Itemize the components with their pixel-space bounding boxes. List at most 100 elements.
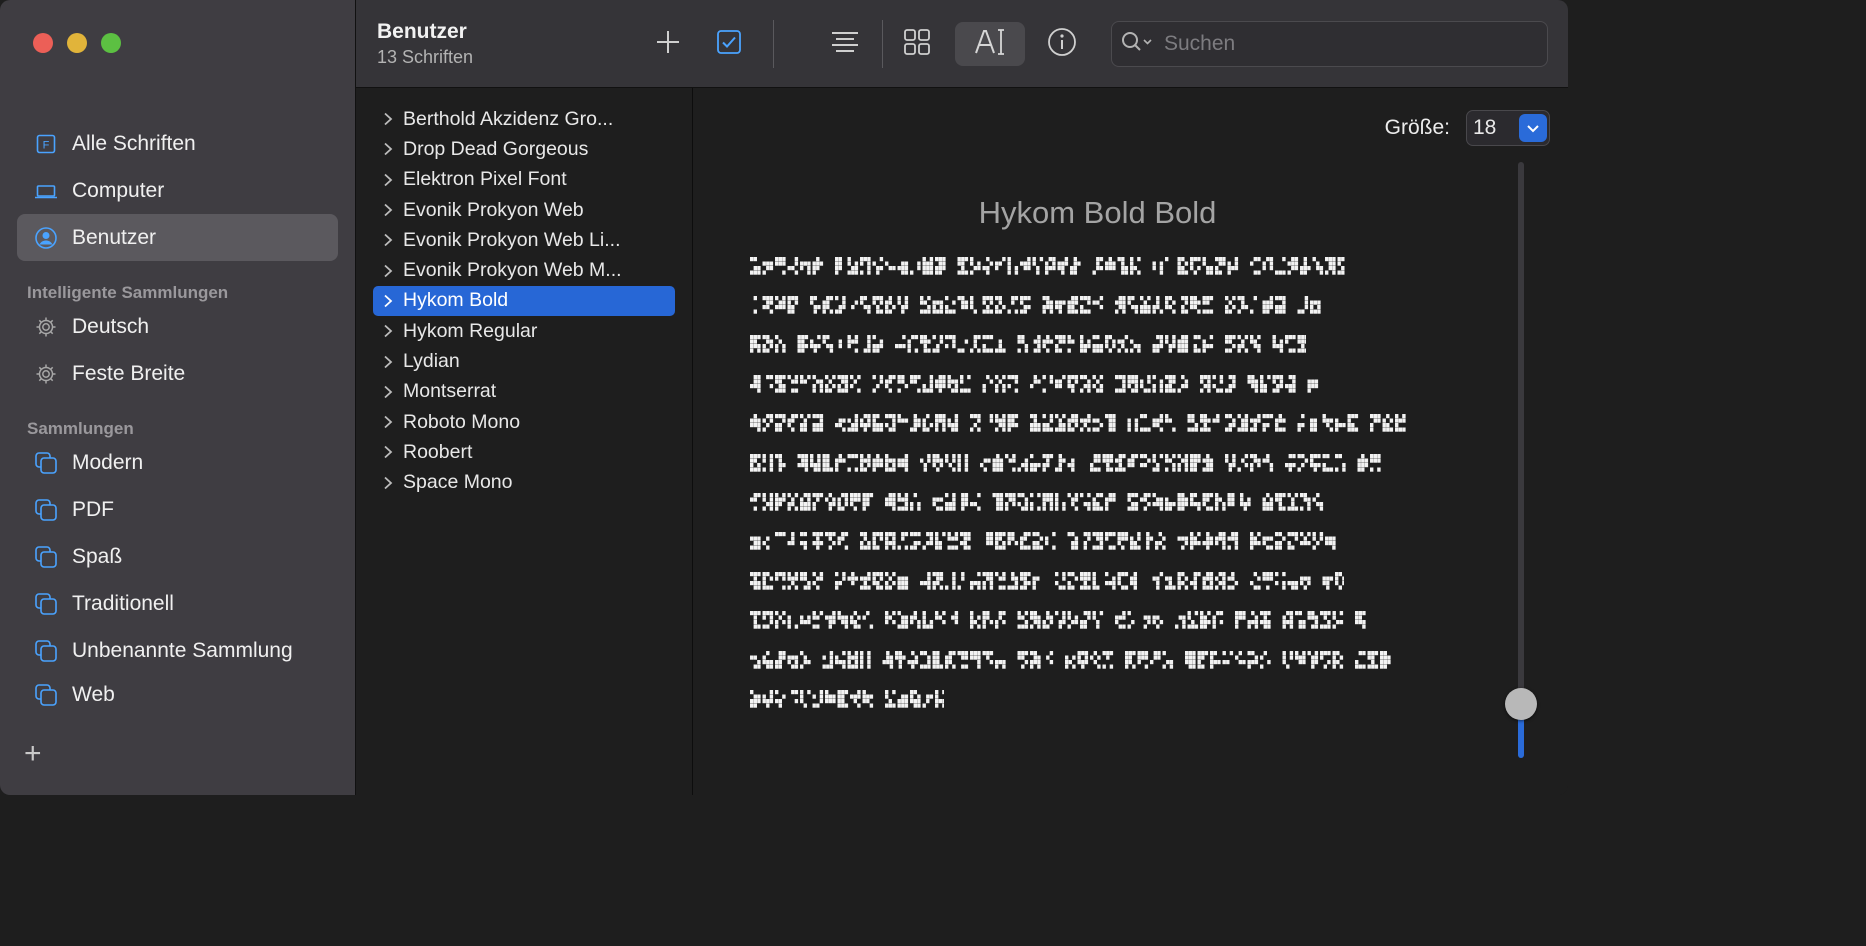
font-list-item[interactable]: Evonik Prokyon Web M... bbox=[373, 255, 675, 285]
font-name: Hykom Regular bbox=[403, 319, 538, 342]
specimen-line bbox=[750, 443, 1430, 482]
chevron-right-icon[interactable] bbox=[373, 203, 403, 217]
font-count: 13 Schriften bbox=[377, 47, 474, 67]
collection-icon bbox=[34, 683, 58, 707]
sidebar-item-unbenannte-sammlung[interactable]: Unbenannte Sammlung bbox=[17, 627, 338, 674]
gear-icon bbox=[34, 362, 58, 386]
font-list-item[interactable]: Evonik Prokyon Web bbox=[373, 195, 675, 225]
window-controls bbox=[33, 33, 121, 53]
sidebar-item-label: Unbenannte Sammlung bbox=[72, 638, 293, 662]
sidebar-item-modern[interactable]: Modern bbox=[17, 439, 338, 486]
font-name: Montserrat bbox=[403, 380, 497, 403]
preview-title: Hykom Bold Bold bbox=[978, 195, 1217, 230]
chevron-down-icon bbox=[1519, 114, 1547, 142]
collection-icon bbox=[34, 498, 58, 522]
sidebar-item-label: Alle Schriften bbox=[72, 131, 196, 155]
specimen-line bbox=[750, 246, 1430, 285]
collection-icon bbox=[34, 592, 58, 616]
font-list-item[interactable]: Lydian bbox=[373, 346, 675, 376]
specimen-line bbox=[750, 522, 1430, 561]
sidebar-item-spass[interactable]: Spaß bbox=[17, 533, 338, 580]
text-lines-icon bbox=[830, 29, 860, 60]
size-value: 18 bbox=[1473, 116, 1497, 139]
chevron-right-icon[interactable] bbox=[373, 324, 403, 338]
minimize-window-button[interactable] bbox=[67, 33, 87, 53]
close-window-button[interactable] bbox=[33, 33, 53, 53]
svg-text:F: F bbox=[43, 139, 50, 151]
search-input[interactable] bbox=[1162, 31, 1546, 57]
sidebar-item-computer[interactable]: Computer bbox=[17, 167, 338, 214]
font-list: Berthold Akzidenz Gro... Drop Dead Gorgeo… bbox=[356, 88, 693, 795]
chevron-right-icon[interactable] bbox=[373, 385, 403, 399]
chevron-right-icon[interactable] bbox=[373, 233, 403, 247]
font-name: Hykom Bold bbox=[403, 289, 509, 312]
font-list-item[interactable]: Roboto Mono bbox=[373, 407, 675, 437]
font-list-item[interactable]: Elektron Pixel Font bbox=[373, 165, 675, 195]
info-icon bbox=[1047, 27, 1077, 62]
chevron-right-icon[interactable] bbox=[373, 142, 403, 156]
font-list-item[interactable]: Montserrat bbox=[373, 377, 675, 407]
specimen-line bbox=[750, 561, 1430, 600]
sidebar-list: F Alle Schriften Computer Benutzer Intel… bbox=[17, 120, 338, 709]
view-preview-button[interactable] bbox=[955, 22, 1025, 66]
font-list-item[interactable]: Hykom Bold bbox=[373, 285, 675, 317]
font-list-item[interactable]: Space Mono bbox=[373, 468, 675, 498]
info-button[interactable] bbox=[1037, 22, 1087, 66]
sidebar-item-deutsch[interactable]: Deutsch bbox=[17, 303, 338, 350]
sidebar-item-traditionell[interactable]: Traditionell bbox=[17, 580, 338, 627]
add-font-button[interactable] bbox=[643, 22, 693, 66]
font-specimen bbox=[750, 246, 1430, 719]
sidebar-item-label: Web bbox=[72, 683, 115, 706]
sidebar-item-feste-breite[interactable]: Feste Breite bbox=[17, 350, 338, 397]
add-collection-button[interactable]: + bbox=[24, 739, 42, 769]
chevron-right-icon[interactable] bbox=[373, 294, 403, 308]
checkbox-icon bbox=[716, 29, 742, 60]
font-rows: Berthold Akzidenz Gro... Drop Dead Gorgeo… bbox=[373, 104, 675, 498]
chevron-right-icon[interactable] bbox=[373, 445, 403, 459]
sidebar-item-web[interactable]: Web bbox=[17, 674, 338, 709]
sidebar-item-pdf[interactable]: PDF bbox=[17, 486, 338, 533]
slider-knob[interactable] bbox=[1505, 688, 1537, 721]
sidebar-item-label: Traditionell bbox=[72, 591, 174, 615]
font-name: Drop Dead Gorgeous bbox=[403, 137, 589, 160]
chevron-right-icon[interactable] bbox=[373, 476, 403, 490]
activate-font-button[interactable] bbox=[704, 22, 754, 66]
preview-area: Größe: 18 Hykom Bold Bold bbox=[693, 88, 1568, 795]
specimen-line bbox=[750, 601, 1430, 640]
collection-icon bbox=[34, 639, 58, 663]
chevron-right-icon[interactable] bbox=[373, 112, 403, 126]
chevron-right-icon[interactable] bbox=[373, 415, 403, 429]
toolbar: Benutzer 13 Schriften bbox=[356, 0, 1568, 88]
size-select[interactable]: 18 bbox=[1466, 110, 1550, 146]
size-slider[interactable] bbox=[1505, 162, 1537, 758]
user-circle-icon bbox=[34, 226, 58, 250]
sidebar-item-label: Feste Breite bbox=[72, 361, 186, 385]
sidebar-item-label: Computer bbox=[72, 178, 165, 202]
font-list-item[interactable]: Roobert bbox=[373, 437, 675, 467]
sidebar-item-label: Deutsch bbox=[72, 314, 150, 338]
chevron-right-icon[interactable] bbox=[373, 355, 403, 369]
smart-collections-heading: Intelligente Sammlungen bbox=[27, 283, 229, 302]
font-list-item[interactable]: Drop Dead Gorgeous bbox=[373, 134, 675, 164]
specimen-line bbox=[750, 640, 1430, 679]
font-name: Space Mono bbox=[403, 471, 513, 494]
font-book-window: F Alle Schriften Computer Benutzer Intel… bbox=[0, 0, 1568, 795]
sidebar-item-alle-schriften[interactable]: F Alle Schriften bbox=[17, 120, 338, 167]
sidebar-item-benutzer[interactable]: Benutzer bbox=[17, 214, 338, 261]
view-list-button[interactable] bbox=[820, 22, 870, 66]
zoom-window-button[interactable] bbox=[101, 33, 121, 53]
toolbar-title: Benutzer bbox=[377, 20, 467, 43]
slider-fill bbox=[1518, 714, 1524, 758]
font-name: Roboto Mono bbox=[403, 410, 521, 433]
size-label: Größe: bbox=[1384, 116, 1450, 139]
chevron-right-icon[interactable] bbox=[373, 264, 403, 278]
font-list-item[interactable]: Evonik Prokyon Web Li... bbox=[373, 225, 675, 255]
chevron-right-icon[interactable] bbox=[373, 173, 403, 187]
gear-icon bbox=[34, 315, 58, 339]
search-field[interactable] bbox=[1111, 21, 1548, 67]
font-name: Lydian bbox=[403, 350, 460, 373]
font-list-item[interactable]: Hykom Regular bbox=[373, 316, 675, 346]
view-grid-button[interactable] bbox=[892, 22, 942, 66]
font-name: Evonik Prokyon Web Li... bbox=[403, 228, 621, 251]
font-list-item[interactable]: Berthold Akzidenz Gro... bbox=[373, 104, 675, 134]
